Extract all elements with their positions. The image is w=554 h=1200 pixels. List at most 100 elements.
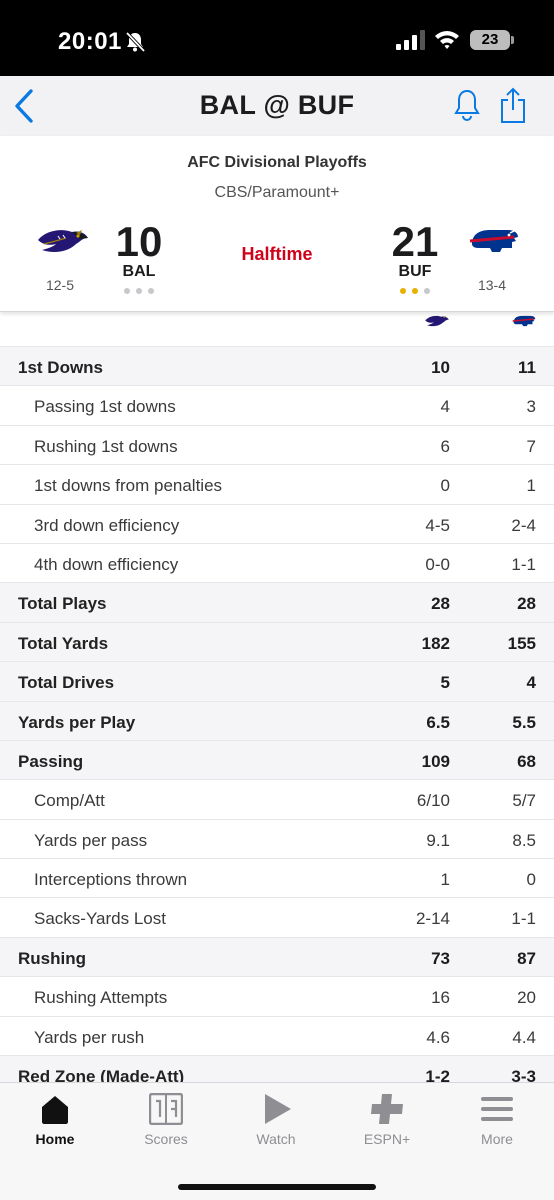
plus-icon [371,1094,403,1124]
stat-home-value: 2-4 [511,515,536,535]
tab-bar: Home Scores Watch ESPN+ More [0,1082,554,1200]
tab-scores[interactable]: Scores [116,1093,216,1153]
stat-label: Passing [18,751,84,771]
timeout-dot [400,288,406,294]
bills-logo [512,315,536,327]
stat-away-value: 4 [440,397,450,417]
stat-row: 1st downs from penalties 0 1 [0,464,554,504]
stat-home-value: 5.5 [512,712,536,732]
wifi-icon [435,31,459,49]
bills-logo[interactable] [468,224,520,258]
game-round: AFC Divisional Playoffs [187,154,367,171]
stats-column-header [0,312,554,346]
bell-slash-icon [125,31,146,53]
stat-home-value: 11 [518,358,536,377]
tab-watch-label: Watch [256,1131,296,1147]
stat-away-value: 109 [421,751,450,771]
stat-away-value: 4-5 [425,515,450,535]
stat-away-value: 0 [440,476,450,496]
stat-away-value: 182 [421,633,450,653]
stat-row: 4th down efficiency 0-0 1-1 [0,542,554,583]
tab-scores-label: Scores [144,1131,188,1147]
stat-label: Passing 1st downs [34,397,176,417]
stat-home-value: 1 [526,476,536,496]
stat-home-value: 68 [517,751,536,771]
stat-label: Yards per Play [18,712,136,732]
home-team-score: 21 [391,218,439,265]
bell-icon[interactable] [452,88,482,122]
stat-row: Yards per rush 4.6 4.4 [0,1015,554,1056]
stat-row: 1st Downs 10 11 [0,346,554,386]
away-team-record: 12-5 [45,277,75,293]
stat-label: 4th down efficiency [34,554,179,574]
stat-label: Total Yards [18,633,109,653]
game-network: CBS/Paramount+ [214,184,340,201]
stat-home-value: 7 [526,436,536,456]
stat-home-value: 28 [517,594,536,614]
stat-label: 3rd down efficiency [34,515,180,535]
timeout-dot [424,288,430,294]
stat-away-value: 1-2 [425,1067,450,1082]
navigation-bar: BAL @ BUF [0,76,554,136]
stat-label: Total Plays [18,594,107,614]
tab-espn-plus-label: ESPN+ [363,1131,411,1147]
stat-away-value: 1 [440,870,450,890]
stat-label: 1st Downs [18,358,104,377]
stat-home-value: 1-1 [511,554,536,574]
stat-away-value: 6.5 [426,712,450,732]
game-header: AFC Divisional Playoffs CBS/Paramount+ 1… [0,136,554,312]
stat-home-value: 4 [526,673,536,693]
stat-label: Interceptions thrown [34,870,188,890]
stat-away-value: 6 [440,436,450,456]
stat-row: Passing 1st downs 4 3 [0,385,554,425]
tab-espn-plus[interactable]: ESPN+ [337,1093,437,1153]
ravens-logo [425,315,449,327]
stat-away-value: 10 [431,358,450,377]
scoreboard-icon [149,1093,183,1125]
stat-row: Yards per Play 6.5 5.5 [0,700,554,740]
stat-label: Sacks-Yards Lost [34,909,166,929]
stat-row: Yards per pass 9.1 8.5 [0,818,554,859]
stat-away-value: 9.1 [426,830,450,850]
house-icon [42,1096,68,1124]
stat-home-value: 1-1 [511,909,536,929]
menu-icon [481,1097,513,1121]
stat-home-value: 3-3 [511,1067,536,1082]
status-bar: 20:01 23 [0,0,554,76]
stat-row: Total Drives 5 4 [0,661,554,701]
home-team-abbr: BUF [398,263,432,280]
stats-rows: 1st Downs 10 11 Passing 1st downs 4 3 Rushing … [0,346,554,1082]
stat-row: Comp/Att 6/10 5/7 [0,779,554,819]
tab-more[interactable]: More [447,1093,547,1153]
stat-home-value: 87 [517,948,536,968]
stat-row: Rushing Attempts 16 20 [0,976,554,1016]
stat-row: Total Plays 28 28 [0,582,554,622]
stat-row: Passing 109 68 [0,739,554,780]
tab-home-label: Home [35,1131,75,1147]
tab-home[interactable]: Home [5,1093,105,1153]
team-stats-table[interactable]: 1st Downs 10 11 Passing 1st downs 4 3 Rushing … [0,312,554,1082]
stat-away-value: 4.6 [426,1027,450,1047]
tab-watch[interactable]: Watch [226,1093,326,1153]
play-icon [265,1094,291,1124]
stat-home-value: 4.4 [512,1027,536,1047]
stat-label: Yards per rush [34,1027,145,1047]
stat-label: Rushing [18,948,86,968]
stat-label: Total Drives [18,673,115,693]
stat-label: Yards per pass [34,830,148,850]
stat-home-value: 0 [526,870,536,890]
stat-label: 1st downs from penalties [34,476,223,496]
stat-home-value: 8.5 [512,830,536,850]
away-timeouts-indicator [124,288,154,294]
stat-row: Rushing 1st downs 6 7 [0,424,554,465]
battery-indicator: 23 [470,30,510,50]
away-team-abbr: BAL [122,263,156,280]
stat-row: Total Yards 182 155 [0,621,554,662]
stat-home-value: 3 [526,397,536,417]
cellular-signal-icon [396,30,425,50]
stat-away-value: 6/10 [416,791,450,811]
timeout-dot [124,288,130,294]
home-indicator[interactable] [178,1184,376,1190]
share-icon[interactable] [498,86,528,124]
stat-row: 3rd down efficiency 4-5 2-4 [0,503,554,543]
